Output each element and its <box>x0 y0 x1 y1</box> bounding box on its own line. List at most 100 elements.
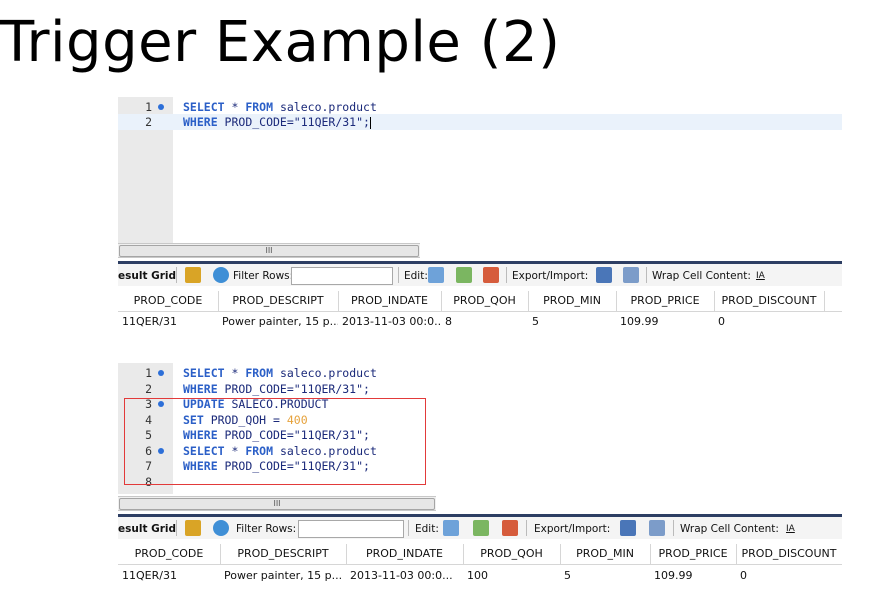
column-header[interactable]: PROD_QOH <box>463 544 561 564</box>
toolbar-separator <box>506 267 507 283</box>
column-header[interactable]: PROD_PRICE <box>650 544 737 564</box>
editor-horizontal-scrollbar[interactable]: III <box>118 243 420 258</box>
line-number: 2 <box>145 381 152 396</box>
filter-rows-input[interactable] <box>291 267 393 285</box>
add-row-icon[interactable] <box>456 267 472 283</box>
column-header[interactable]: PROD_DISCOUNT <box>714 291 825 311</box>
line-number: 2 <box>145 115 152 129</box>
code-text: WHERE PROD_CODE="11QER/31"; <box>183 114 371 130</box>
edit-label: Edit: <box>415 523 439 535</box>
sql-keyword: WHERE <box>183 115 218 129</box>
line-number: 1 <box>145 100 152 114</box>
table-cell[interactable]: 11QER/31 <box>122 312 218 332</box>
table-cell[interactable]: 109.99 <box>620 312 714 332</box>
code-text: SELECT * FROM saleco.product <box>183 99 377 115</box>
table-cell[interactable]: 5 <box>532 312 616 332</box>
column-header[interactable]: PROD_DESCRIPT <box>218 291 339 311</box>
wrap-cell-content-icon[interactable]: IA <box>786 521 795 537</box>
filter-rows-input[interactable] <box>298 520 404 538</box>
slide-title: Trigger Example (2) <box>0 10 561 75</box>
export-icon[interactable] <box>596 267 612 283</box>
sql-string: "11QER/31" <box>293 381 364 396</box>
table-cell[interactable]: 0 <box>718 312 824 332</box>
table-cell[interactable]: 109.99 <box>654 566 736 586</box>
column-header[interactable]: PROD_QOH <box>441 291 529 311</box>
editor-horizontal-scrollbar[interactable]: III <box>118 496 436 511</box>
table-cell[interactable]: 2013-11-03 00:0... <box>342 312 441 332</box>
wrap-cell-content-label: Wrap Cell Content: <box>680 523 779 535</box>
column-header[interactable]: PROD_CODE <box>118 291 219 311</box>
code-line[interactable]: 1 SELECT * FROM saleco.product <box>118 365 842 381</box>
sql-text: PROD_CODE= <box>217 381 294 396</box>
statement-marker-icon <box>158 104 164 110</box>
result-grid-tab[interactable]: esult Grid <box>118 521 176 537</box>
table-cell[interactable]: Power painter, 15 p... <box>222 312 338 332</box>
add-row-icon[interactable] <box>473 520 489 536</box>
table-cell[interactable]: 2013-11-03 00:0... <box>350 566 463 586</box>
edit-label: Edit: <box>404 270 428 282</box>
sql-text: saleco.product <box>273 100 377 114</box>
delete-row-icon[interactable] <box>502 520 518 536</box>
table-cell[interactable]: 100 <box>467 566 560 586</box>
wrap-cell-content-label: Wrap Cell Content: <box>652 270 751 282</box>
highlight-box <box>124 398 426 485</box>
grid-view-icon[interactable] <box>185 267 201 283</box>
import-icon[interactable] <box>649 520 665 536</box>
code-text: WHERE PROD_CODE="11QER/31"; <box>183 381 370 397</box>
table-cell[interactable]: 8 <box>445 312 528 332</box>
result-grid-toolbar: esult Grid Filter Rows: Edit: Export/Imp… <box>118 261 842 286</box>
result-grid-header: PROD_CODE PROD_DESCRIPT PROD_INDATE PROD_QO… <box>118 291 842 312</box>
sql-keyword: WHERE <box>183 381 218 396</box>
import-icon[interactable] <box>623 267 639 283</box>
toolbar-separator <box>408 520 409 536</box>
result-grid-header: PROD_CODE PROD_DESCRIPT PROD_INDATE PROD_QO… <box>118 544 842 565</box>
wrap-cell-content-icon[interactable]: IA <box>756 268 765 284</box>
sql-workbench-panel-top: 1 SELECT * FROM saleco.product 2 WHERE PROD… <box>118 97 842 343</box>
code-line[interactable]: 2 WHERE PROD_CODE="11QER/31"; <box>118 114 842 130</box>
refresh-icon[interactable] <box>213 267 229 283</box>
text-caret <box>369 116 371 129</box>
line-number: 1 <box>145 366 152 380</box>
sql-editor[interactable]: 1 SELECT * FROM saleco.product 2 WHERE PROD… <box>118 363 842 494</box>
sql-text: * <box>224 366 246 380</box>
column-header[interactable]: PROD_MIN <box>560 544 651 564</box>
column-header[interactable]: PROD_DESCRIPT <box>220 544 347 564</box>
sql-string: "11QER/31" <box>293 115 364 129</box>
column-header[interactable]: PROD_INDATE <box>338 291 442 311</box>
sql-text: ; <box>363 115 370 129</box>
grid-view-icon[interactable] <box>185 520 201 536</box>
export-import-label: Export/Import: <box>512 270 589 282</box>
table-row[interactable]: 11QER/31 Power painter, 15 p... 2013-11-03… <box>118 312 842 332</box>
column-header[interactable]: PROD_CODE <box>118 544 221 564</box>
sql-workbench-panel-bottom: 1 SELECT * FROM saleco.product 2 WHERE PROD… <box>118 363 842 595</box>
toolbar-separator <box>673 520 674 536</box>
delete-row-icon[interactable] <box>483 267 499 283</box>
column-header[interactable]: PROD_PRICE <box>616 291 715 311</box>
table-row[interactable]: 11QER/31 Power painter, 15 p... 2013-11-03… <box>118 566 842 586</box>
refresh-icon[interactable] <box>213 520 229 536</box>
toolbar-separator <box>176 267 177 283</box>
edit-cell-icon[interactable] <box>443 520 459 536</box>
code-line[interactable]: 1 SELECT * FROM saleco.product <box>118 99 842 115</box>
code-line[interactable]: 2 WHERE PROD_CODE="11QER/31"; <box>118 381 842 397</box>
scrollbar-thumb[interactable]: III <box>119 245 419 257</box>
column-header[interactable]: PROD_INDATE <box>346 544 464 564</box>
table-cell[interactable]: 11QER/31 <box>122 566 220 586</box>
code-text: SELECT * FROM saleco.product <box>183 365 377 381</box>
sql-text: ; <box>363 381 370 396</box>
edit-cell-icon[interactable] <box>428 267 444 283</box>
scrollbar-thumb[interactable]: III <box>119 498 435 510</box>
table-cell[interactable]: 5 <box>564 566 650 586</box>
toolbar-separator <box>646 267 647 283</box>
column-header[interactable]: PROD_MIN <box>528 291 617 311</box>
table-cell[interactable]: 0 <box>740 566 842 586</box>
export-import-label: Export/Import: <box>534 523 611 535</box>
export-icon[interactable] <box>620 520 636 536</box>
column-header[interactable]: PROD_DISCOUNT <box>736 544 842 564</box>
statement-marker-icon <box>158 370 164 376</box>
result-grid-toolbar: esult Grid Filter Rows: Edit: Export/Imp… <box>118 514 842 539</box>
toolbar-separator <box>398 267 399 283</box>
result-grid-tab[interactable]: esult Grid <box>118 268 176 284</box>
sql-editor[interactable]: 1 SELECT * FROM saleco.product 2 WHERE PROD… <box>118 97 842 243</box>
table-cell[interactable]: Power painter, 15 p... <box>224 566 346 586</box>
